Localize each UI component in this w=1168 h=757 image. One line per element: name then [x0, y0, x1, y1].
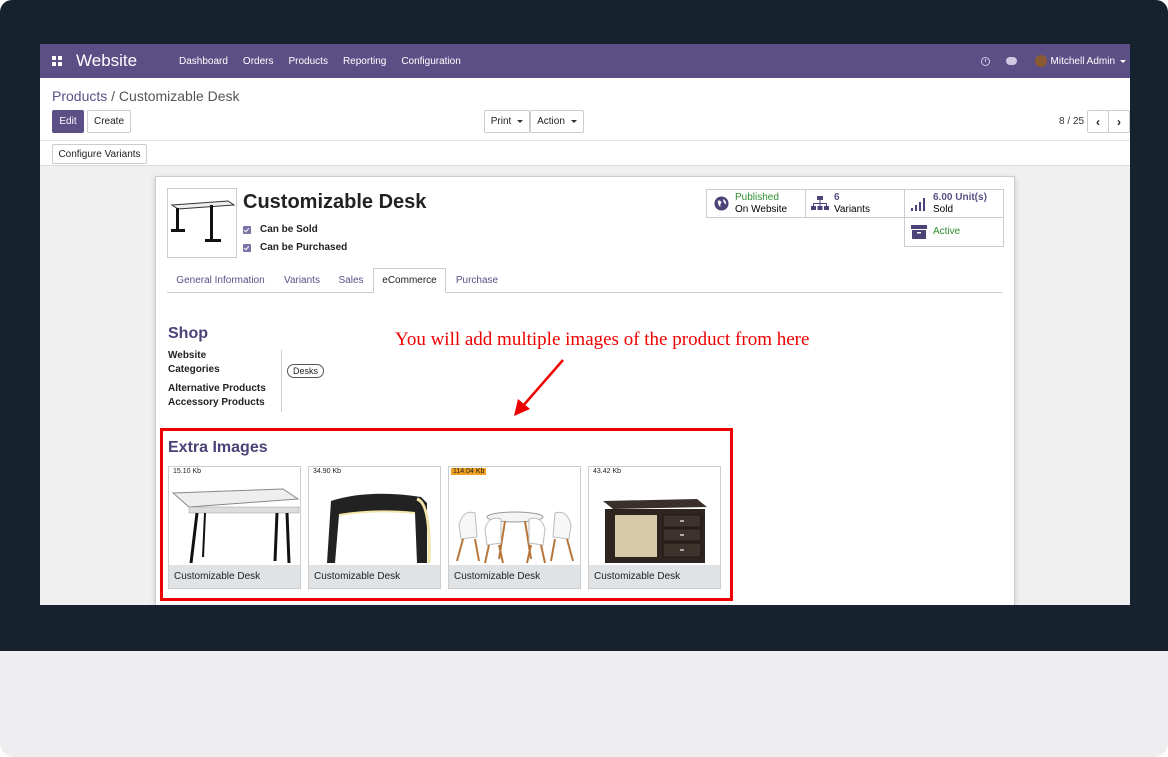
- sold-label: Sold: [933, 203, 954, 215]
- extra-image-card-4[interactable]: 43.42 Kb Customizable Desk: [588, 466, 721, 589]
- statusbar-divider: [40, 140, 1130, 141]
- image-size-badge: 15.10 Kb: [173, 468, 202, 475]
- edit-button[interactable]: Edit: [52, 110, 84, 133]
- navbar-right: Mitchell Admin: [973, 55, 1126, 67]
- archive-icon: [905, 225, 933, 239]
- action-dropdown[interactable]: Action: [530, 110, 584, 133]
- variants-label: Variants: [834, 203, 870, 215]
- chevron-down-icon[interactable]: [1120, 59, 1126, 63]
- can-be-purchased-label: Can be Purchased: [260, 242, 348, 253]
- menu-orders[interactable]: Orders: [243, 56, 274, 67]
- pager-previous-button[interactable]: ‹: [1087, 110, 1109, 133]
- accessory-products-label: Accessory Products: [168, 397, 265, 408]
- notebook-tabs: General Information Variants Sales eComm…: [167, 268, 1002, 293]
- main-menu: Dashboard Orders Products Reporting Conf…: [179, 56, 476, 67]
- device-chin: [0, 651, 1168, 757]
- can-be-purchased-row[interactable]: Can be Purchased: [243, 242, 347, 253]
- image-size-badge: 34.90 Kb: [313, 468, 342, 475]
- configure-variants-button[interactable]: Configure Variants: [52, 144, 147, 164]
- avatar[interactable]: [1034, 55, 1047, 67]
- image-caption: Customizable Desk: [309, 565, 440, 588]
- create-button[interactable]: Create: [87, 110, 131, 133]
- can-be-sold-row[interactable]: Can be Sold: [243, 224, 318, 235]
- image-size-badge: 114.04 Kb: [451, 468, 487, 475]
- breadcrumb-products-link[interactable]: Products: [52, 88, 107, 104]
- print-label: Print: [490, 116, 512, 127]
- field-separator: [281, 350, 282, 412]
- sitemap-icon: [806, 196, 834, 211]
- variants-stat-button[interactable]: 6 Variants: [805, 189, 905, 218]
- table-chairs-image: [456, 511, 574, 564]
- pager-value[interactable]: 8 / 25: [1059, 116, 1084, 127]
- control-panel: Products / Customizable Desk Edit Create…: [40, 78, 1130, 166]
- alternative-products-label: Alternative Products: [168, 383, 266, 394]
- menu-reporting[interactable]: Reporting: [343, 56, 386, 67]
- can-be-sold-label: Can be Sold: [260, 224, 318, 235]
- image-caption: Customizable Desk: [449, 565, 580, 588]
- tab-variants[interactable]: Variants: [274, 268, 330, 293]
- product-image[interactable]: [167, 188, 237, 258]
- can-be-purchased-checkbox[interactable]: [243, 243, 251, 252]
- product-name: Customizable Desk: [243, 191, 427, 213]
- chat-icon[interactable]: [999, 57, 1025, 65]
- globe-icon: [707, 196, 735, 211]
- annotation-text: You will add multiple images of the prod…: [395, 329, 810, 350]
- image-size-badge: 43.42 Kb: [593, 468, 622, 475]
- website-categories-label: Website Categories: [168, 349, 220, 377]
- website-categories-label-line1: Website: [168, 350, 207, 361]
- modern-desk-image: [327, 493, 431, 564]
- user-menu[interactable]: Mitchell Admin: [1051, 56, 1115, 67]
- tab-ecommerce[interactable]: eCommerce: [373, 268, 446, 293]
- print-dropdown[interactable]: Print: [484, 110, 530, 133]
- extra-image-card-2[interactable]: 34.90 Kb Customizable Desk: [308, 466, 441, 589]
- breadcrumb-separator: /: [111, 88, 116, 104]
- top-navbar: Website Dashboard Orders Products Report…: [40, 44, 1130, 78]
- breadcrumb: Products / Customizable Desk: [52, 88, 240, 104]
- action-label: Action: [537, 116, 565, 127]
- sold-stat-button[interactable]: 6.00 Unit(s) Sold: [904, 189, 1004, 218]
- variants-count: 6: [834, 191, 840, 203]
- active-toggle-button[interactable]: Active: [904, 217, 1004, 247]
- sold-quantity: 6.00 Unit(s): [933, 191, 987, 203]
- menu-products[interactable]: Products: [288, 56, 327, 67]
- screen: Website Dashboard Orders Products Report…: [40, 44, 1130, 605]
- can-be-sold-checkbox[interactable]: [243, 225, 251, 234]
- clock-icon[interactable]: [973, 56, 999, 66]
- chevron-down-icon: [570, 120, 577, 123]
- published-stat-button[interactable]: Published On Website: [706, 189, 806, 218]
- chevron-down-icon: [517, 120, 524, 123]
- tab-sales[interactable]: Sales: [330, 268, 372, 293]
- extra-image-card-1[interactable]: 15.10 Kb Customizable Desk: [168, 466, 301, 589]
- breadcrumb-current: Customizable Desk: [118, 88, 240, 104]
- published-subtext: On Website: [735, 203, 788, 215]
- tab-purchase[interactable]: Purchase: [446, 268, 508, 293]
- extra-image-card-3[interactable]: 114.04 Kb Customizable Desk: [448, 466, 581, 589]
- shop-section-title: Shop: [168, 325, 208, 342]
- active-status: Active: [933, 226, 961, 237]
- category-tag[interactable]: Desks: [287, 364, 325, 378]
- pager-next-button[interactable]: ›: [1108, 110, 1130, 133]
- device-frame: Website Dashboard Orders Products Report…: [0, 0, 1168, 757]
- menu-configuration[interactable]: Configuration: [401, 56, 460, 67]
- app-name[interactable]: Website: [76, 51, 179, 71]
- desk-image: [170, 200, 236, 242]
- chevron-right-icon: ›: [1117, 114, 1121, 129]
- chevron-left-icon: ‹: [1096, 114, 1100, 129]
- office-desk-image: [603, 499, 707, 563]
- folding-table-image: [171, 488, 300, 564]
- apps-grid-icon[interactable]: [40, 44, 74, 78]
- image-caption: Customizable Desk: [169, 565, 300, 588]
- tab-general-information[interactable]: General Information: [167, 268, 274, 293]
- website-categories-label-line2: Categories: [168, 364, 220, 375]
- signal-bars-icon: [905, 197, 933, 211]
- menu-dashboard[interactable]: Dashboard: [179, 56, 228, 67]
- image-caption: Customizable Desk: [589, 565, 720, 588]
- annotation-arrow-icon: [514, 359, 564, 416]
- published-status: Published: [735, 191, 779, 203]
